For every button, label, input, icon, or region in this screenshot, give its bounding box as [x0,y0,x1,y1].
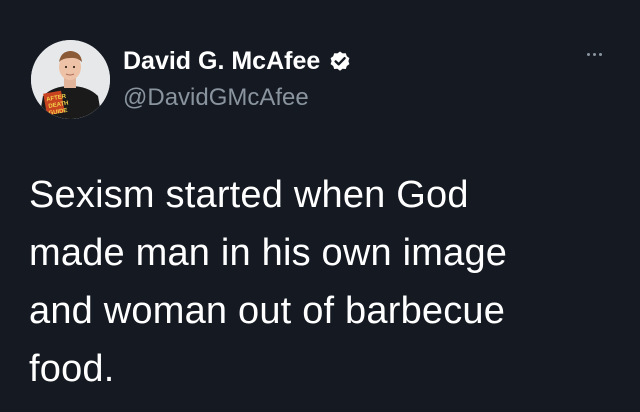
tweet-card: AFTER DEATH GUIDE David G. McAfee @David… [0,0,640,412]
tweet-text: Sexism started when God made man in his … [29,166,619,398]
more-options-button[interactable] [579,44,609,64]
verified-badge-icon [328,49,352,73]
tweet-text-line: food. [29,348,115,390]
author-display-name[interactable]: David G. McAfee [123,47,320,76]
author-handle[interactable]: @DavidGMcAfee [123,84,309,112]
avatar-image: AFTER DEATH GUIDE [31,40,110,119]
tweet-text-line: Sexism started when God [29,174,469,216]
author-name-row: David G. McAfee [123,44,352,78]
more-horizontal-icon [592,52,596,56]
more-horizontal-icon [586,52,590,56]
more-horizontal-icon [598,52,602,56]
tweet-text-line: made man in his own image [29,232,508,274]
tweet-text-line: and woman out of barbecue [29,290,506,332]
avatar[interactable]: AFTER DEATH GUIDE [31,40,110,119]
